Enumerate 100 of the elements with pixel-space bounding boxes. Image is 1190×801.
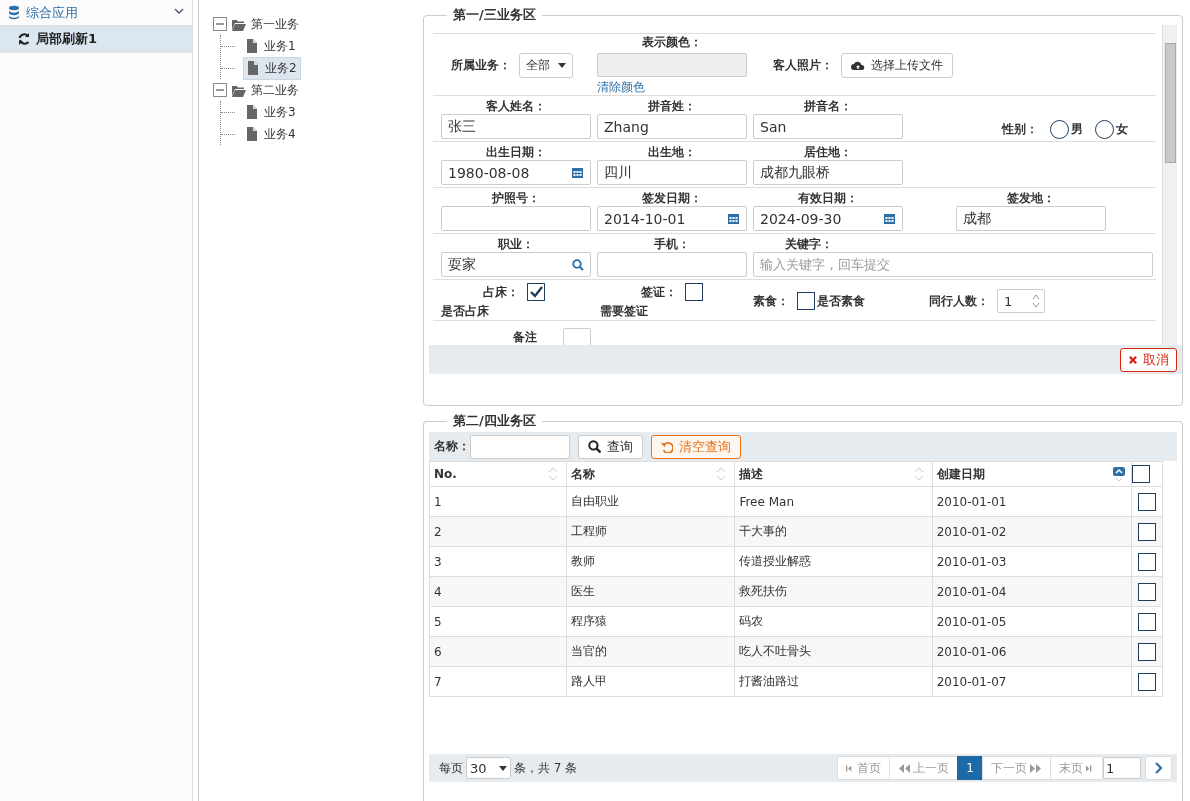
tree-leaf[interactable]: 业务2 xyxy=(243,56,301,80)
checkbox[interactable] xyxy=(685,283,703,301)
upload-button[interactable]: 选择上传文件 xyxy=(841,52,953,78)
input-field[interactable]: Zhang xyxy=(597,114,747,139)
input-field[interactable]: San xyxy=(753,114,903,139)
row-checkbox[interactable] xyxy=(1137,522,1156,541)
field-label: 同行人数： xyxy=(929,292,989,310)
field-label: 所属业务： xyxy=(451,56,511,74)
table-cell: 7 xyxy=(429,666,567,697)
row-checkbox[interactable] xyxy=(1137,552,1156,571)
table-cell: 吃人不吐骨头 xyxy=(734,636,933,667)
table-cell: 2010-01-02 xyxy=(932,516,1132,547)
table-cell: 2 xyxy=(429,516,567,547)
dropdown[interactable]: 全部 xyxy=(519,52,573,78)
chevron-right-icon xyxy=(1154,762,1163,774)
input-field[interactable]: 四川 xyxy=(597,160,747,185)
table-cell: 2010-01-04 xyxy=(932,576,1132,607)
number-spinner[interactable]: 1 xyxy=(997,289,1045,313)
row-checkbox[interactable] xyxy=(1137,492,1156,511)
row-checkbox[interactable] xyxy=(1137,642,1156,661)
go-button[interactable] xyxy=(1145,756,1172,780)
table-cell: 5 xyxy=(429,606,567,637)
table-cell: 4 xyxy=(429,576,567,607)
date-field[interactable]: 1980-08-08 xyxy=(441,160,591,185)
date-field[interactable]: 2014-10-01 xyxy=(597,206,747,231)
database-icon xyxy=(8,5,20,20)
cancel-button[interactable]: 取消 xyxy=(1120,347,1177,372)
caret-icon xyxy=(498,765,507,771)
field-label: 拼音姓： xyxy=(647,99,697,114)
clear-color-link[interactable]: 清除颜色 xyxy=(597,76,645,96)
table-cell: 医生 xyxy=(566,576,735,607)
field-label: 占床： xyxy=(483,283,519,301)
color-field[interactable] xyxy=(597,52,747,77)
tree-leaf[interactable]: 业务3 xyxy=(243,101,299,123)
folder-icon xyxy=(231,17,247,31)
input-field[interactable] xyxy=(597,252,747,277)
field-label: 护照号： xyxy=(491,191,541,206)
input-field[interactable] xyxy=(470,434,570,459)
radio-button[interactable] xyxy=(1095,120,1114,139)
file-icon xyxy=(246,39,258,53)
tree-leaf[interactable]: 业务4 xyxy=(243,123,299,145)
page-number-button[interactable]: 1 xyxy=(957,756,983,780)
checkbox-label: 是否素食 xyxy=(817,292,865,310)
column-header[interactable]: 创建日期 xyxy=(932,461,1132,487)
table-cell: 救死扶伤 xyxy=(734,576,933,607)
page-size-dropdown[interactable]: 30 xyxy=(466,757,511,779)
fast-forward-icon xyxy=(1030,762,1042,774)
field-caption: 需要签证 xyxy=(599,303,649,320)
collapse-icon[interactable] xyxy=(213,83,227,97)
table-cell: 传道授业解惑 xyxy=(734,546,933,577)
tree-leaf[interactable]: 业务1 xyxy=(243,35,299,57)
field-label: 关键字： xyxy=(784,237,834,252)
radio-button[interactable] xyxy=(1050,120,1069,139)
field-label: 有效日期： xyxy=(797,191,859,206)
table-cell: 码农 xyxy=(734,606,933,637)
row-checkbox[interactable] xyxy=(1137,672,1156,691)
row-checkbox[interactable] xyxy=(1137,612,1156,631)
scrollbar[interactable] xyxy=(1162,25,1177,345)
table-cell: 程序猿 xyxy=(566,606,735,637)
column-header[interactable]: No. xyxy=(429,461,567,487)
field-label: 签发日期： xyxy=(641,191,703,206)
search-button[interactable]: 查询 xyxy=(578,434,643,459)
folder-icon xyxy=(231,83,247,97)
field-label: 性别： xyxy=(1002,121,1038,138)
input-field[interactable]: 耍家 xyxy=(441,252,591,277)
column-header[interactable]: 描述 xyxy=(734,461,933,487)
row-checkbox[interactable] xyxy=(1137,582,1156,601)
input-field[interactable] xyxy=(441,206,591,231)
field-label: 素食： xyxy=(753,292,789,310)
tree-node[interactable]: 第二业务 xyxy=(251,81,299,99)
checkbox[interactable] xyxy=(527,283,545,301)
rewind-icon xyxy=(898,762,911,774)
input-field[interactable]: 成都九眼桥 xyxy=(753,160,903,185)
table-cell: 教师 xyxy=(566,546,735,577)
tree-node[interactable]: 第一业务 xyxy=(251,15,299,33)
collapse-icon[interactable] xyxy=(213,17,227,31)
search-icon xyxy=(572,258,584,271)
field-label: 职业： xyxy=(496,237,535,252)
table-cell: 3 xyxy=(429,546,567,577)
cloud-upload-icon xyxy=(851,59,865,71)
search-icon xyxy=(588,440,601,453)
calendar-icon xyxy=(884,212,896,225)
page-input[interactable]: 1 xyxy=(1103,757,1141,779)
table-cell: 当官的 xyxy=(566,636,735,667)
input-field[interactable]: 成都 xyxy=(956,206,1106,231)
menu-item[interactable]: 局部刷新1 xyxy=(0,26,192,53)
column-header[interactable]: 名称 xyxy=(566,461,735,487)
input-field[interactable]: 张三 xyxy=(441,114,591,139)
file-icon xyxy=(246,105,258,119)
table-cell: 2010-01-05 xyxy=(932,606,1132,637)
field-caption: 是否占床 xyxy=(441,303,490,320)
date-field[interactable]: 2024-09-30 xyxy=(753,206,903,231)
table-cell: 2010-01-07 xyxy=(932,666,1132,697)
file-icon xyxy=(246,127,258,141)
checkbox[interactable] xyxy=(797,292,815,310)
table-cell: 干大事的 xyxy=(734,516,933,547)
table-cell: 2010-01-03 xyxy=(932,546,1132,577)
field-label: 客人照片： xyxy=(773,56,833,74)
table-cell: 6 xyxy=(429,636,567,667)
table-cell: 路人甲 xyxy=(566,666,735,697)
